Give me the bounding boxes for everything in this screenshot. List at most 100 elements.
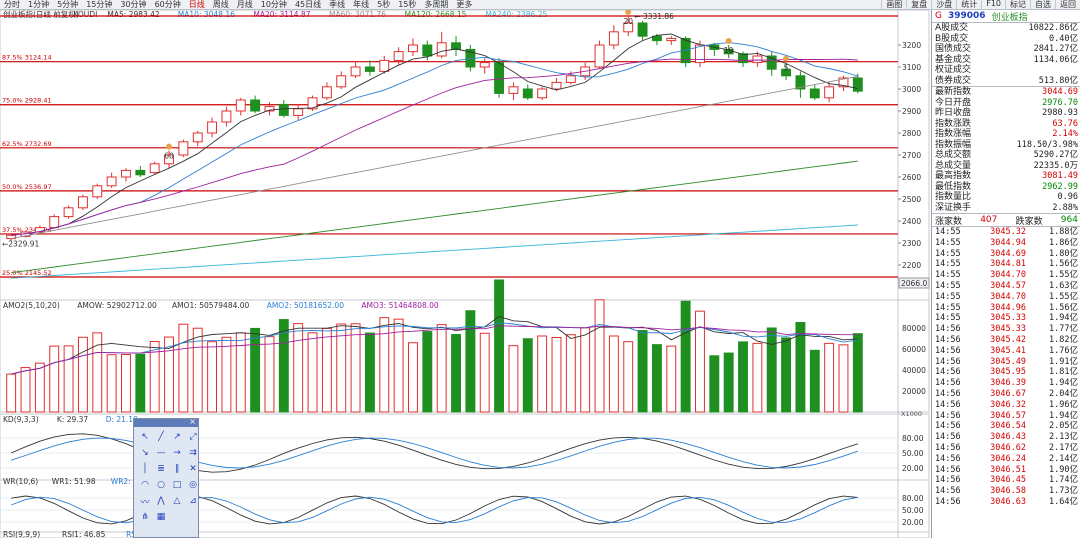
hline-tool-icon[interactable]: — — [154, 446, 168, 460]
function-tab[interactable]: 统计 — [956, 0, 981, 10]
stat-row: 今日开盘 2976.70 — [932, 98, 1080, 109]
period-tab[interactable]: 15分钟 — [82, 0, 116, 10]
parallel-tool-icon[interactable]: ∥ — [170, 462, 184, 476]
stat-value: 0.40亿 — [1049, 33, 1078, 44]
period-tab[interactable]: 分时 — [0, 0, 24, 10]
tick-price: 3046.54 — [990, 421, 1026, 432]
period-tab[interactable]: 30分钟 — [116, 0, 150, 10]
fib-tool-icon[interactable]: ≣ — [154, 462, 168, 476]
period-tab[interactable]: 45日线 — [291, 0, 325, 10]
period-tab[interactable]: 月线 — [233, 0, 257, 10]
candle-body — [364, 66, 375, 72]
tick-price: 3044.94 — [990, 237, 1026, 248]
function-tab[interactable]: 返回 — [1055, 0, 1080, 10]
stat-value: 63.76 — [1052, 118, 1078, 129]
volume-bar — [594, 299, 605, 413]
vline-tool-icon[interactable]: │ — [138, 462, 152, 476]
candle-body — [250, 99, 261, 112]
tick-time: 14:56 — [935, 475, 961, 486]
volume-bar — [393, 318, 404, 413]
price-tick-label: 2600 — [902, 173, 921, 182]
function-tab[interactable]: 复盘 — [906, 0, 931, 10]
arc-tool-icon[interactable]: ◠ — [138, 478, 152, 492]
function-tab[interactable]: 自选 — [1030, 0, 1055, 10]
stat-label: 指数振幅 — [935, 139, 972, 150]
function-tab[interactable]: 沙盘 — [931, 0, 956, 10]
toolbox-titlebar[interactable]: × — [134, 417, 198, 427]
candle-body — [192, 132, 203, 143]
wave-tool-icon[interactable]: 〰 — [138, 494, 152, 508]
security-name: 创业板指 — [991, 12, 1028, 23]
volume-bar — [135, 353, 146, 413]
zigzag-tool-icon[interactable]: ⋀ — [154, 494, 168, 508]
tick-list[interactable]: 14:55 3045.32 1.88亿 14:55 3044.94 1.86亿 14:55 3… — [932, 227, 1080, 508]
close-icon[interactable]: × — [189, 417, 196, 426]
volume-bar — [34, 362, 45, 413]
volume-bar — [451, 334, 461, 413]
tick-row: 14:56 3046.32 1.96亿 — [932, 400, 1080, 411]
ray-tool-icon[interactable]: ↗ — [170, 430, 184, 444]
candle-body — [422, 44, 433, 57]
volume-bar — [49, 345, 60, 413]
period-tab[interactable]: 15秒 — [394, 0, 420, 10]
candle-body — [479, 62, 490, 68]
period-tab[interactable]: 10分钟 — [257, 0, 291, 10]
spiral-tool-icon[interactable]: ◎ — [186, 478, 200, 492]
arrow-tool-icon[interactable]: ↘ — [138, 446, 152, 460]
drawing-toolbox[interactable]: × ↖ ╱ ↗ ⤢ ↘ — → ⇉ │ ≣ ∥ ✕ ◠ ○ □ ◎ 〰 ⋀ △ … — [133, 417, 200, 538]
function-tab[interactable]: 画图 — [881, 0, 906, 10]
square-tool-icon[interactable]: □ — [170, 478, 184, 492]
period-tab[interactable]: 1分钟 — [24, 0, 53, 10]
tick-amount: 2.05亿 — [1049, 421, 1078, 432]
period-tab[interactable]: 年线 — [349, 0, 373, 10]
signal-marker-icon — [783, 55, 790, 62]
cursor-tool-icon[interactable]: ↖ — [138, 430, 152, 444]
tick-amount: 1.94亿 — [1049, 410, 1078, 421]
stat-value: 22335.0万 — [1033, 160, 1078, 171]
volume-bar — [824, 342, 835, 413]
extend-line-tool-icon[interactable]: ⤢ — [186, 430, 200, 444]
tick-price: 3045.32 — [990, 227, 1026, 237]
osc-tick-label: 50.00 — [902, 506, 924, 515]
hray-tool-icon[interactable]: → — [170, 446, 184, 460]
cross-tool-icon[interactable]: ✕ — [186, 462, 200, 476]
stat-label: 最高指数 — [935, 171, 972, 181]
period-tab[interactable]: 5分钟 — [53, 0, 82, 10]
tick-row: 14:56 3046.67 2.04亿 — [932, 389, 1080, 400]
channel-tool-icon[interactable]: ⇉ — [186, 446, 200, 460]
candle-body — [408, 44, 418, 53]
period-tab[interactable]: 日线 — [185, 0, 209, 10]
price-tick-label: 3100 — [902, 63, 921, 72]
volume-bar — [623, 341, 634, 413]
circle-tool-icon[interactable]: ○ — [154, 478, 168, 492]
period-tab[interactable]: 5秒 — [373, 0, 394, 10]
tick-time: 14:56 — [935, 345, 961, 356]
function-tab[interactable]: F10 — [981, 0, 1005, 10]
volume-bar — [838, 344, 849, 413]
volume-bar — [364, 332, 375, 413]
fan-tool-icon[interactable]: ⋔ — [138, 510, 152, 524]
function-tab[interactable]: 标记 — [1005, 0, 1030, 10]
period-tab[interactable]: 更多 — [452, 0, 476, 10]
tick-time: 14:56 — [935, 486, 961, 497]
grid-tool-icon[interactable]: ▦ — [154, 510, 168, 524]
candle-body — [77, 196, 88, 209]
volume-bar — [537, 335, 548, 413]
period-tab[interactable]: 周线 — [209, 0, 233, 10]
tick-price: 3045.42 — [990, 334, 1026, 345]
ma240-line — [11, 224, 858, 279]
stat-value: 5290.27亿 — [1033, 150, 1078, 160]
line-tool-icon[interactable]: ╱ — [154, 430, 168, 444]
security-code: 399006 — [947, 11, 986, 21]
gann-tool-icon[interactable]: ⊿ — [186, 494, 200, 508]
tick-row: 14:56 3046.54 2.05亿 — [932, 421, 1080, 432]
stat-row: B股成交 0.40亿 — [932, 34, 1080, 45]
osc-tick-label: 80.00 — [902, 434, 924, 443]
period-tab[interactable]: 多周期 — [420, 0, 452, 10]
period-tab[interactable]: 季线 — [325, 0, 349, 10]
triangle-tool-icon[interactable]: △ — [170, 494, 184, 508]
tick-time: 14:55 — [935, 291, 961, 302]
period-tab[interactable]: 60分钟 — [151, 0, 185, 10]
amo-legend-item: AMO1: 50579484.00 — [172, 301, 250, 310]
volume-bar — [709, 355, 720, 413]
